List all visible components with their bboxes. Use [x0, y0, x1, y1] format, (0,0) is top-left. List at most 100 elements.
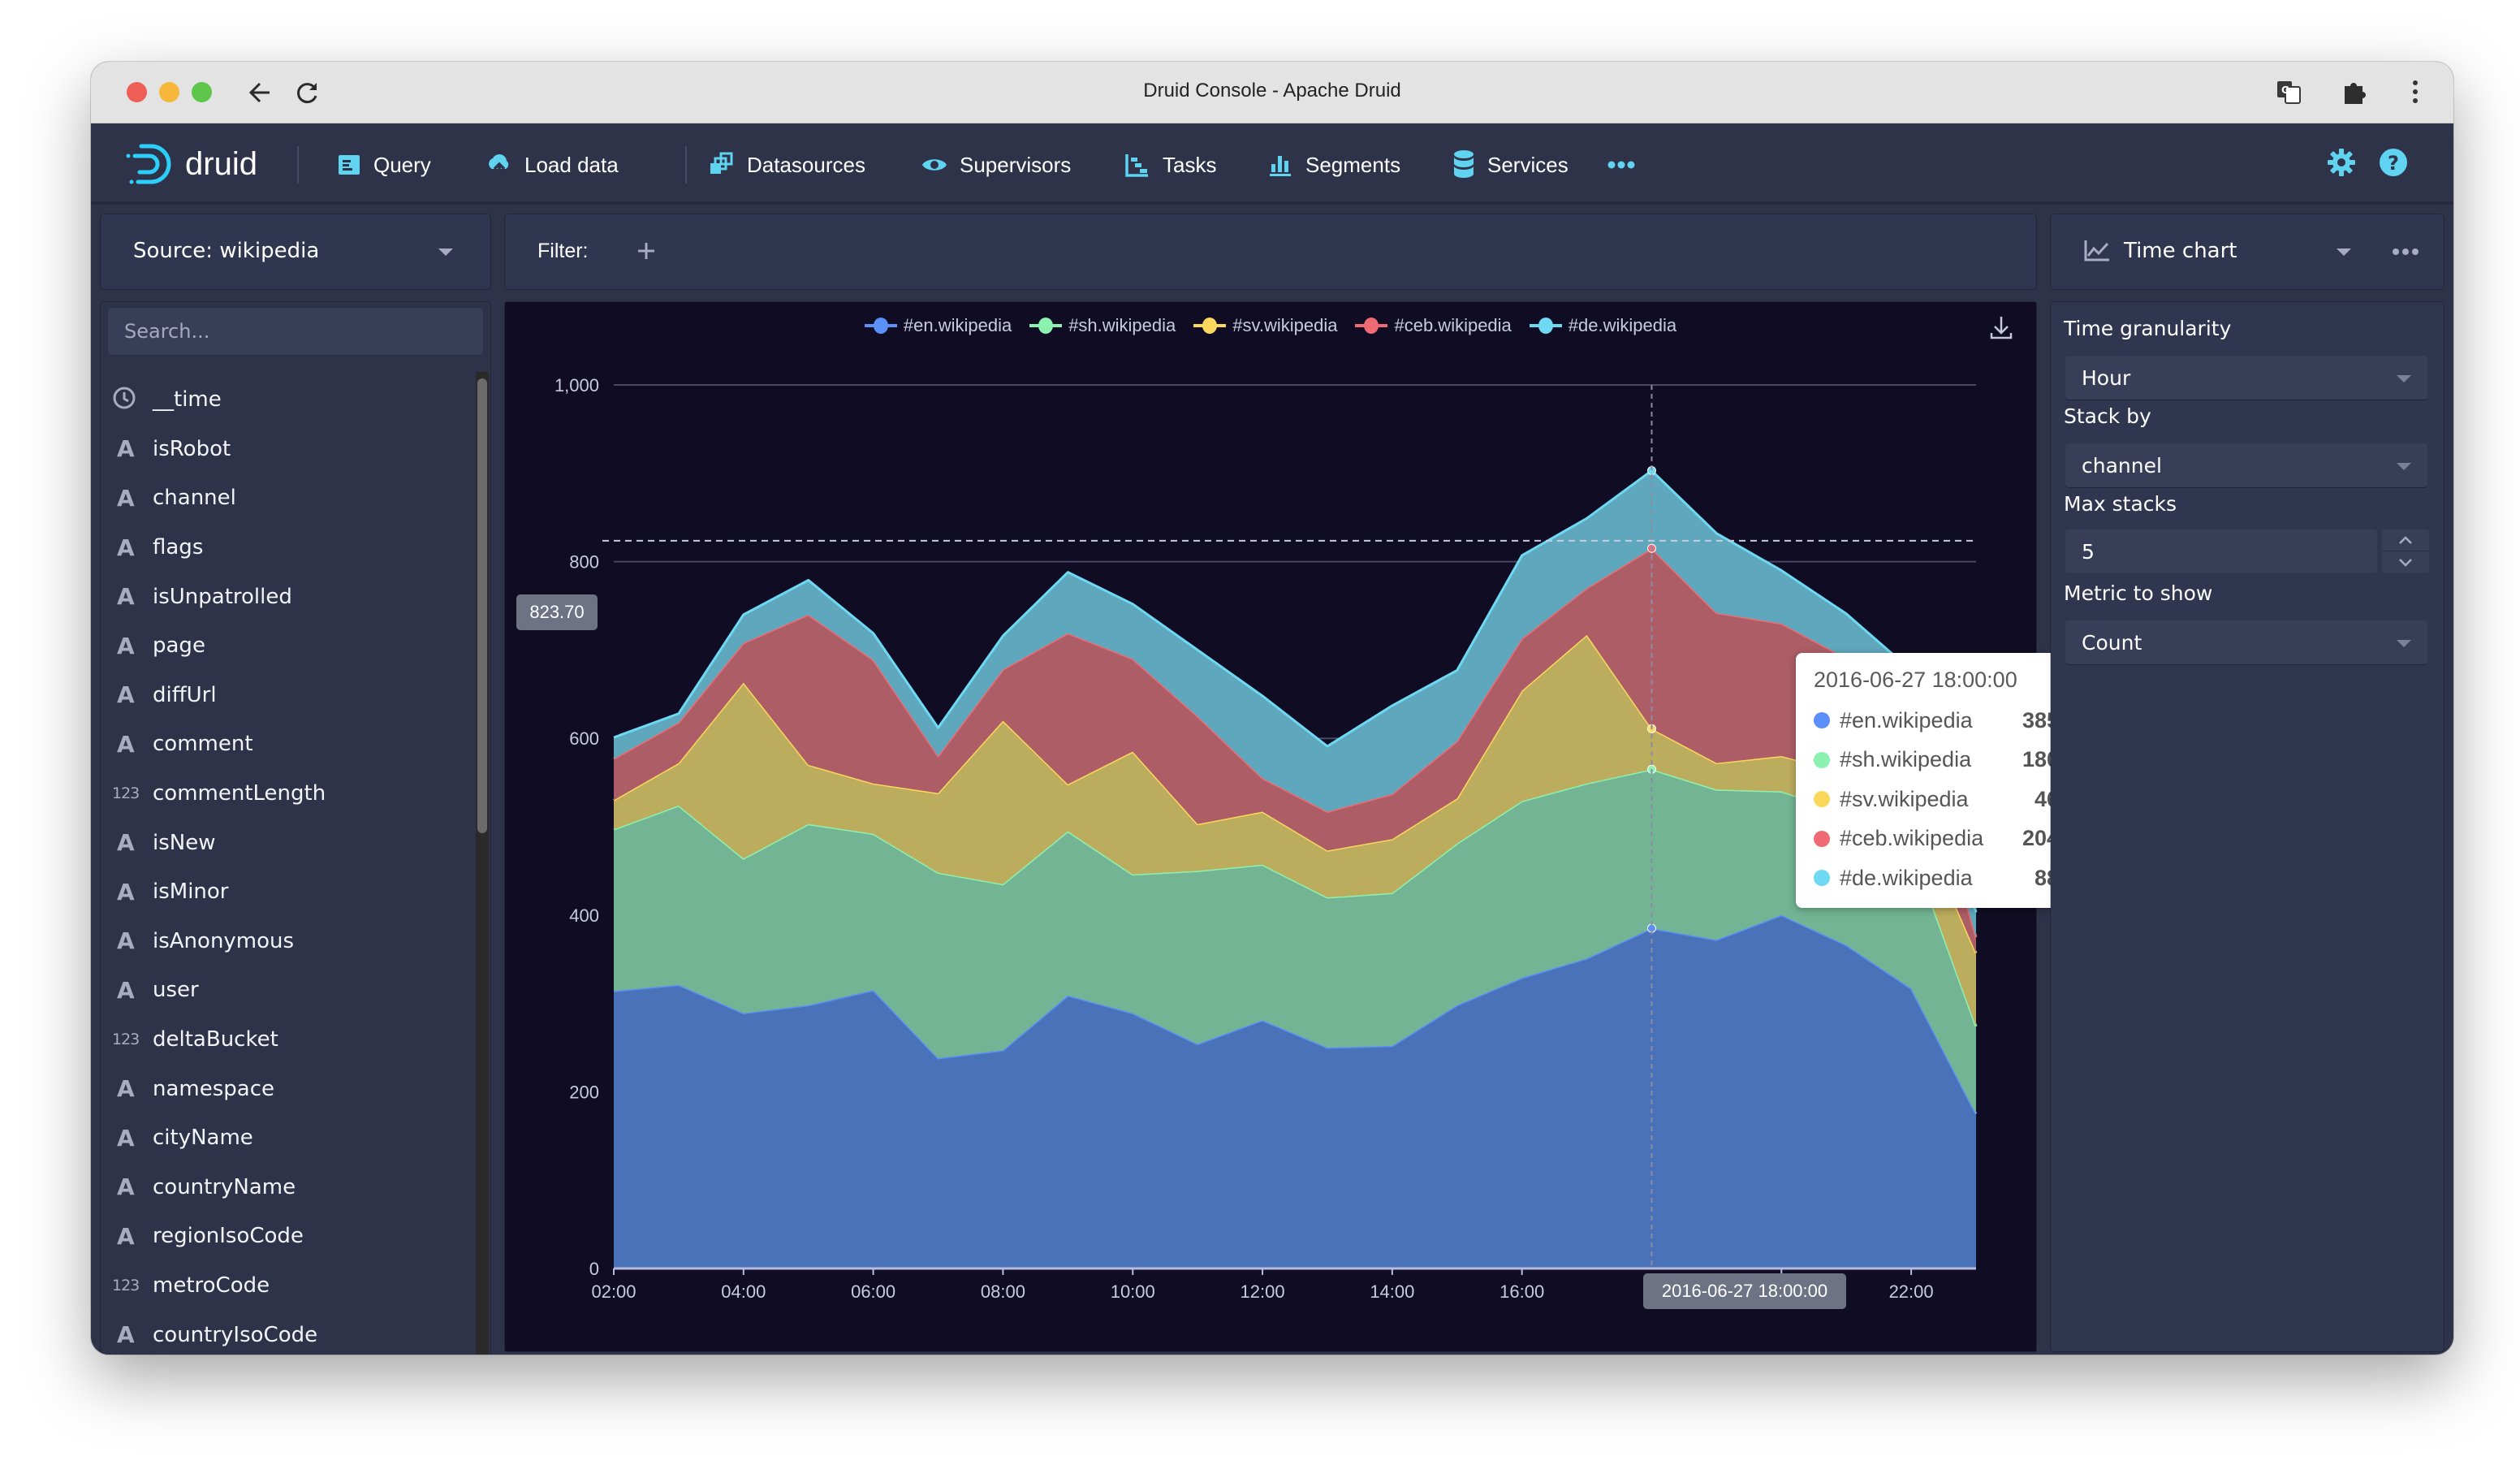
column-item[interactable]: 123 commentLength — [101, 769, 468, 819]
legend-marker — [1529, 316, 1562, 335]
column-name: commentLength — [153, 781, 326, 806]
hover-y-value-label: 823.70 — [516, 594, 598, 630]
logo-text: druid — [185, 145, 257, 182]
nav-tasks-label: Tasks — [1163, 152, 1217, 177]
column-item[interactable]: Aflags — [101, 523, 468, 573]
x-tick-label: 14:00 — [1370, 1281, 1414, 1302]
number-type-icon: 123 — [112, 1031, 140, 1049]
y-tick-label: 1,000 — [554, 375, 599, 395]
add-filter-button[interactable] — [636, 232, 656, 268]
series-color-dot — [1814, 791, 1830, 808]
more-icon[interactable] — [1607, 146, 1646, 184]
metric-label: Metric to show — [2064, 581, 2213, 605]
column-item[interactable]: Auser — [101, 966, 468, 1015]
column-search-input[interactable] — [107, 307, 484, 356]
column-item[interactable]: AcountryName — [101, 1163, 468, 1212]
x-tick-label: 10:00 — [1111, 1281, 1155, 1302]
column-item[interactable]: AcityName — [101, 1113, 468, 1163]
kebab-menu-icon[interactable] — [2410, 78, 2421, 111]
string-type-icon: A — [117, 681, 135, 709]
column-item[interactable]: __time — [101, 375, 468, 425]
scrollbar-thumb[interactable] — [477, 378, 487, 833]
column-item[interactable]: AcountryIsoCode — [101, 1310, 468, 1355]
gear-icon[interactable] — [2327, 148, 2356, 180]
column-list: __time AisRobot Achannel Aflags AisUnpatroll… — [101, 375, 468, 1355]
browser-title: Druid Console - Apache Druid — [1143, 80, 1401, 102]
max-stacks-label: Max stacks — [2064, 492, 2177, 516]
download-icon[interactable] — [1987, 313, 2015, 344]
source-selector[interactable]: Source: wikipedia — [101, 214, 490, 289]
tooltip-title: 2016-06-27 18:00:00 — [1814, 668, 2017, 692]
string-type-icon: A — [117, 534, 135, 561]
y-tick-label: 600 — [569, 728, 599, 749]
column-item[interactable]: AisUnpatrolled — [101, 572, 468, 621]
legend-item[interactable]: #sh.wikipedia — [1029, 315, 1176, 336]
help-icon[interactable]: ? — [2379, 148, 2408, 180]
clock-icon — [112, 386, 153, 414]
more-options-icon[interactable] — [2392, 247, 2419, 257]
column-item[interactable]: Achannel — [101, 473, 468, 523]
column-name: user — [153, 978, 199, 1003]
chevron-down-icon — [438, 248, 453, 256]
column-list-scrollbar[interactable] — [476, 372, 489, 1355]
y-tick-label: 0 — [589, 1259, 599, 1279]
column-name: isMinor — [153, 879, 229, 905]
datasources-icon — [710, 152, 733, 174]
column-item[interactable]: 123 metroCode — [101, 1261, 468, 1311]
nav-tasks[interactable]: Tasks — [1124, 146, 1216, 184]
column-item[interactable]: Apage — [101, 621, 468, 671]
plus-icon — [638, 243, 654, 259]
x-tick-label: 12:00 — [1241, 1281, 1285, 1302]
column-item[interactable]: Anamespace — [101, 1064, 468, 1113]
nav-load-data-label: Load data — [524, 152, 619, 177]
legend-item[interactable]: #ceb.wikipedia — [1355, 315, 1512, 336]
query-icon — [339, 155, 360, 175]
string-type-icon: A — [117, 1222, 135, 1250]
translate-icon[interactable]: G — [2275, 78, 2302, 111]
stacked-chart-icon — [1270, 156, 1291, 176]
nav-segments[interactable]: Segments — [1266, 146, 1400, 184]
string-type-icon: A — [117, 1124, 135, 1152]
tooltip-series-name: #sv.wikipedia — [1840, 786, 1969, 811]
legend-item[interactable]: #en.wikipedia — [864, 315, 1012, 336]
browser-window: Druid Console - Apache Druid G druid Que… — [91, 62, 2453, 1355]
chevron-down-icon — [2399, 558, 2412, 567]
stack-by-select[interactable]: channel — [2065, 443, 2427, 487]
nav-load-data[interactable]: Load data — [485, 146, 619, 184]
string-type-icon: A — [117, 829, 135, 857]
column-name: namespace — [153, 1076, 275, 1101]
column-item[interactable]: AisRobot — [101, 425, 468, 474]
nav-datasources[interactable]: Datasources — [708, 146, 865, 184]
column-item[interactable]: AregionIsoCode — [101, 1212, 468, 1261]
column-item[interactable]: AdiffUrl — [101, 671, 468, 720]
legend-item[interactable]: #de.wikipedia — [1529, 315, 1676, 336]
column-item[interactable]: Acomment — [101, 720, 468, 769]
series-color-dot — [1814, 870, 1830, 887]
metric-select[interactable]: Count — [2065, 620, 2427, 664]
legend-item[interactable]: #sv.wikipedia — [1193, 315, 1337, 336]
module-selector[interactable]: Time chart — [2051, 214, 2444, 289]
x-tick-label: 06:00 — [851, 1281, 895, 1302]
number-type-icon: 123 — [112, 1276, 140, 1294]
series-color-dot — [1814, 751, 1830, 768]
time-granularity-select[interactable]: Hour — [2065, 356, 2427, 400]
max-stacks-input[interactable] — [2065, 529, 2377, 573]
decrement-button[interactable] — [2382, 551, 2429, 573]
column-item[interactable]: 123 deltaBucket — [101, 1015, 468, 1065]
nav-supervisors[interactable]: Supervisors — [921, 146, 1071, 184]
increment-button[interactable] — [2382, 529, 2429, 551]
druid-logo[interactable]: druid — [123, 140, 257, 188]
nav-services-label: Services — [1487, 152, 1569, 177]
y-tick-label: 400 — [569, 905, 599, 926]
tooltip-row: #sv.wikipedia 46 — [1814, 780, 2059, 819]
nav-query[interactable]: Query — [336, 146, 431, 184]
nav-datasources-label: Datasources — [747, 152, 865, 177]
extensions-puzzle-icon[interactable] — [2340, 78, 2367, 111]
column-item[interactable]: AisMinor — [101, 867, 468, 917]
column-item[interactable]: AisAnonymous — [101, 917, 468, 966]
time-granularity-value: Hour — [2082, 366, 2131, 390]
nav-services[interactable]: Services — [1452, 146, 1569, 184]
line-chart-icon — [2084, 240, 2109, 261]
chevron-down-icon[interactable] — [2337, 248, 2351, 256]
column-item[interactable]: AisNew — [101, 818, 468, 867]
